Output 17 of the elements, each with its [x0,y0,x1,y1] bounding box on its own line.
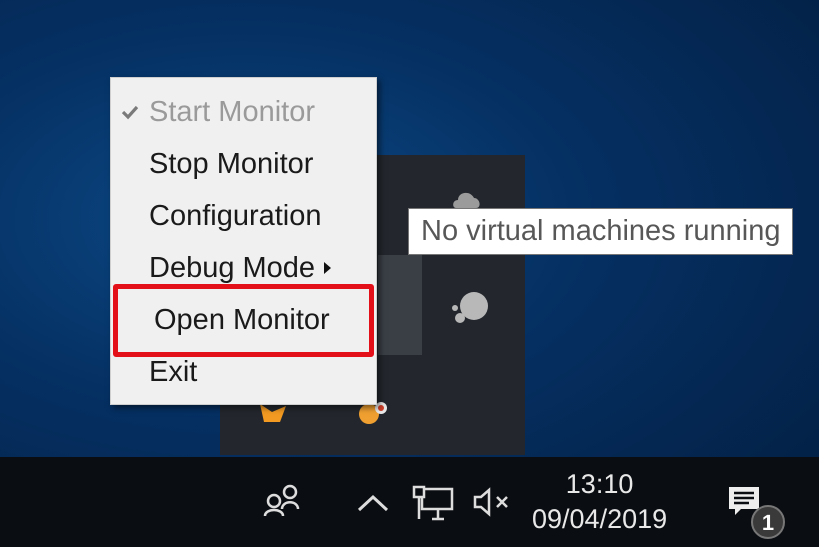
notification-badge: 1 [751,505,785,539]
chevron-up-icon[interactable] [357,494,389,512]
menu-item[interactable]: Configuration [149,199,322,233]
notification-icon[interactable] [727,485,761,517]
clock-time: 13:10 [566,468,634,501]
checkmark-icon [121,104,139,120]
clock-date: 09/04/2019 [532,503,668,536]
submenu-arrow-icon [323,261,332,275]
network-icon[interactable] [412,485,456,521]
clock[interactable]: 13:10 09/04/2019 [530,465,670,539]
menu-item[interactable]: Stop Monitor [149,147,314,181]
people-icon[interactable] [262,483,302,517]
cloud-icon [452,190,482,208]
menu-item[interactable]: Exit [149,355,198,389]
menu-item[interactable]: Debug Mode [149,251,316,285]
tooltip: No virtual machines running [408,208,794,255]
menu-item[interactable]: Open Monitor [154,303,330,337]
